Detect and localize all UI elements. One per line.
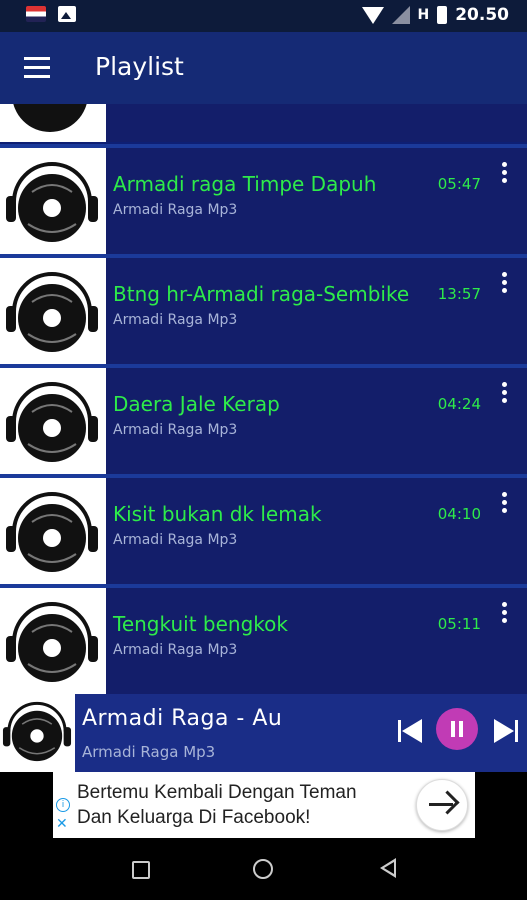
- ad-line-1: Bertemu Kembali Dengan Teman: [77, 782, 357, 803]
- song-title: Kisit bukan dk lemak: [113, 502, 322, 526]
- playlist[interactable]: Armadi raga Timpe Dapuh Armadi Raga Mp3 …: [0, 104, 527, 694]
- album-art: [0, 588, 106, 694]
- list-item[interactable]: Daera Jale Kerap Armadi Raga Mp3 04:24: [0, 368, 527, 474]
- album-art: [0, 478, 106, 584]
- list-item[interactable]: Tengkuit bengkok Armadi Raga Mp3 05:11: [0, 588, 527, 694]
- ad-line-2: Dan Keluarga Di Facebook!: [77, 807, 311, 828]
- song-artist: Armadi Raga Mp3: [113, 312, 238, 328]
- song-artist: Armadi Raga Mp3: [113, 202, 238, 218]
- more-options-icon[interactable]: [498, 272, 510, 298]
- skip-previous-icon[interactable]: [398, 718, 424, 744]
- album-art: [0, 148, 106, 254]
- list-item-partial[interactable]: [0, 104, 527, 142]
- album-art: [0, 104, 106, 142]
- song-duration: 04:24: [437, 395, 481, 413]
- more-options-icon[interactable]: [498, 492, 510, 518]
- back-icon[interactable]: [380, 858, 396, 878]
- song-duration: 04:10: [437, 505, 481, 523]
- album-art: [0, 368, 106, 474]
- song-duration: 05:11: [437, 615, 481, 633]
- status-bar: H 20.50: [0, 0, 527, 32]
- now-playing-title: Armadi Raga - Au: [82, 706, 283, 731]
- song-artist: Armadi Raga Mp3: [113, 642, 238, 658]
- ad-banner[interactable]: i ✕ Bertemu Kembali Dengan Teman Dan Kel…: [0, 772, 527, 838]
- ad-info-icon[interactable]: i: [56, 798, 70, 812]
- song-duration: 05:47: [437, 175, 481, 193]
- ad-close-icon[interactable]: ✕: [56, 816, 68, 832]
- song-title: Btng hr-Armadi raga-Sembike: [113, 282, 410, 306]
- list-item[interactable]: Armadi raga Timpe Dapuh Armadi Raga Mp3 …: [0, 148, 527, 254]
- more-options-icon[interactable]: [498, 162, 510, 188]
- song-title: Tengkuit bengkok: [113, 612, 288, 636]
- ad-text: Bertemu Kembali Dengan Teman Dan Keluarg…: [77, 780, 357, 830]
- signal-icon: [391, 6, 410, 24]
- now-playing-bar[interactable]: Armadi Raga - Au Armadi Raga Mp3: [0, 694, 527, 772]
- now-playing-album-art: [0, 694, 75, 772]
- network-type: H: [417, 7, 430, 23]
- recents-icon[interactable]: [132, 861, 150, 879]
- ad-arrow-icon[interactable]: [416, 779, 468, 831]
- song-title: Armadi raga Timpe Dapuh: [113, 172, 377, 196]
- song-duration: 13:57: [437, 285, 481, 303]
- list-item[interactable]: Btng hr-Armadi raga-Sembike Armadi Raga …: [0, 258, 527, 364]
- wifi-icon: [361, 6, 384, 24]
- page-title: Playlist: [95, 52, 184, 81]
- more-options-icon[interactable]: [498, 382, 510, 408]
- clock: 20.50: [455, 5, 509, 25]
- now-playing-artist: Armadi Raga Mp3: [82, 743, 216, 761]
- song-artist: Armadi Raga Mp3: [113, 422, 238, 438]
- home-icon[interactable]: [253, 859, 273, 879]
- menu-icon[interactable]: [24, 57, 50, 84]
- pause-button[interactable]: [436, 708, 478, 750]
- list-item[interactable]: Kisit bukan dk lemak Armadi Raga Mp3 04:…: [0, 478, 527, 584]
- more-options-icon[interactable]: [498, 602, 510, 628]
- song-artist: Armadi Raga Mp3: [113, 532, 238, 548]
- system-nav-bar: [0, 838, 527, 900]
- skip-next-icon[interactable]: [492, 718, 518, 744]
- image-notification-icon: [58, 6, 76, 22]
- battery-icon: [437, 6, 448, 24]
- album-art: [0, 258, 106, 364]
- song-title: Daera Jale Kerap: [113, 392, 280, 416]
- flag-notification-icon: [26, 6, 46, 22]
- app-bar: Playlist: [0, 32, 527, 104]
